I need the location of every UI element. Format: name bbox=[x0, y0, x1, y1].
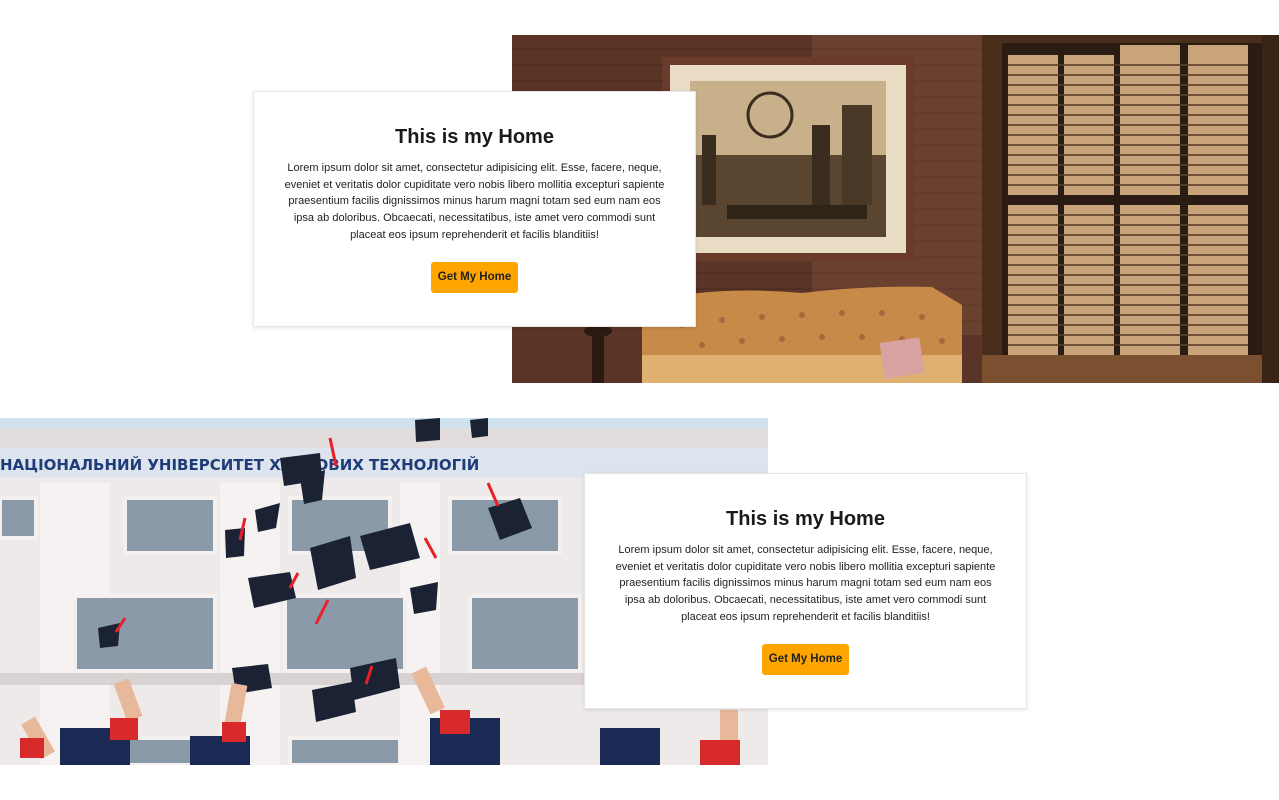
get-my-home-button[interactable]: Get My Home bbox=[761, 643, 850, 675]
university-sign-text: НАЦІОНАЛЬНИЙ УНІВЕРСИТЕТ ХАРЧОВИХ ТЕХНОЛ… bbox=[0, 455, 479, 474]
page: This is my Home Lorem ipsum dolor sit am… bbox=[0, 0, 1279, 800]
card-description: Lorem ipsum dolor sit amet, consectetur … bbox=[615, 544, 996, 623]
card-title: This is my Home bbox=[395, 126, 554, 148]
card-description: Lorem ipsum dolor sit amet, consectetur … bbox=[284, 162, 665, 241]
home-card: This is my Home Lorem ipsum dolor sit am… bbox=[253, 91, 696, 327]
card-title: This is my Home bbox=[726, 508, 885, 530]
home-card: This is my Home Lorem ipsum dolor sit am… bbox=[584, 473, 1027, 709]
get-my-home-button[interactable]: Get My Home bbox=[430, 261, 519, 293]
